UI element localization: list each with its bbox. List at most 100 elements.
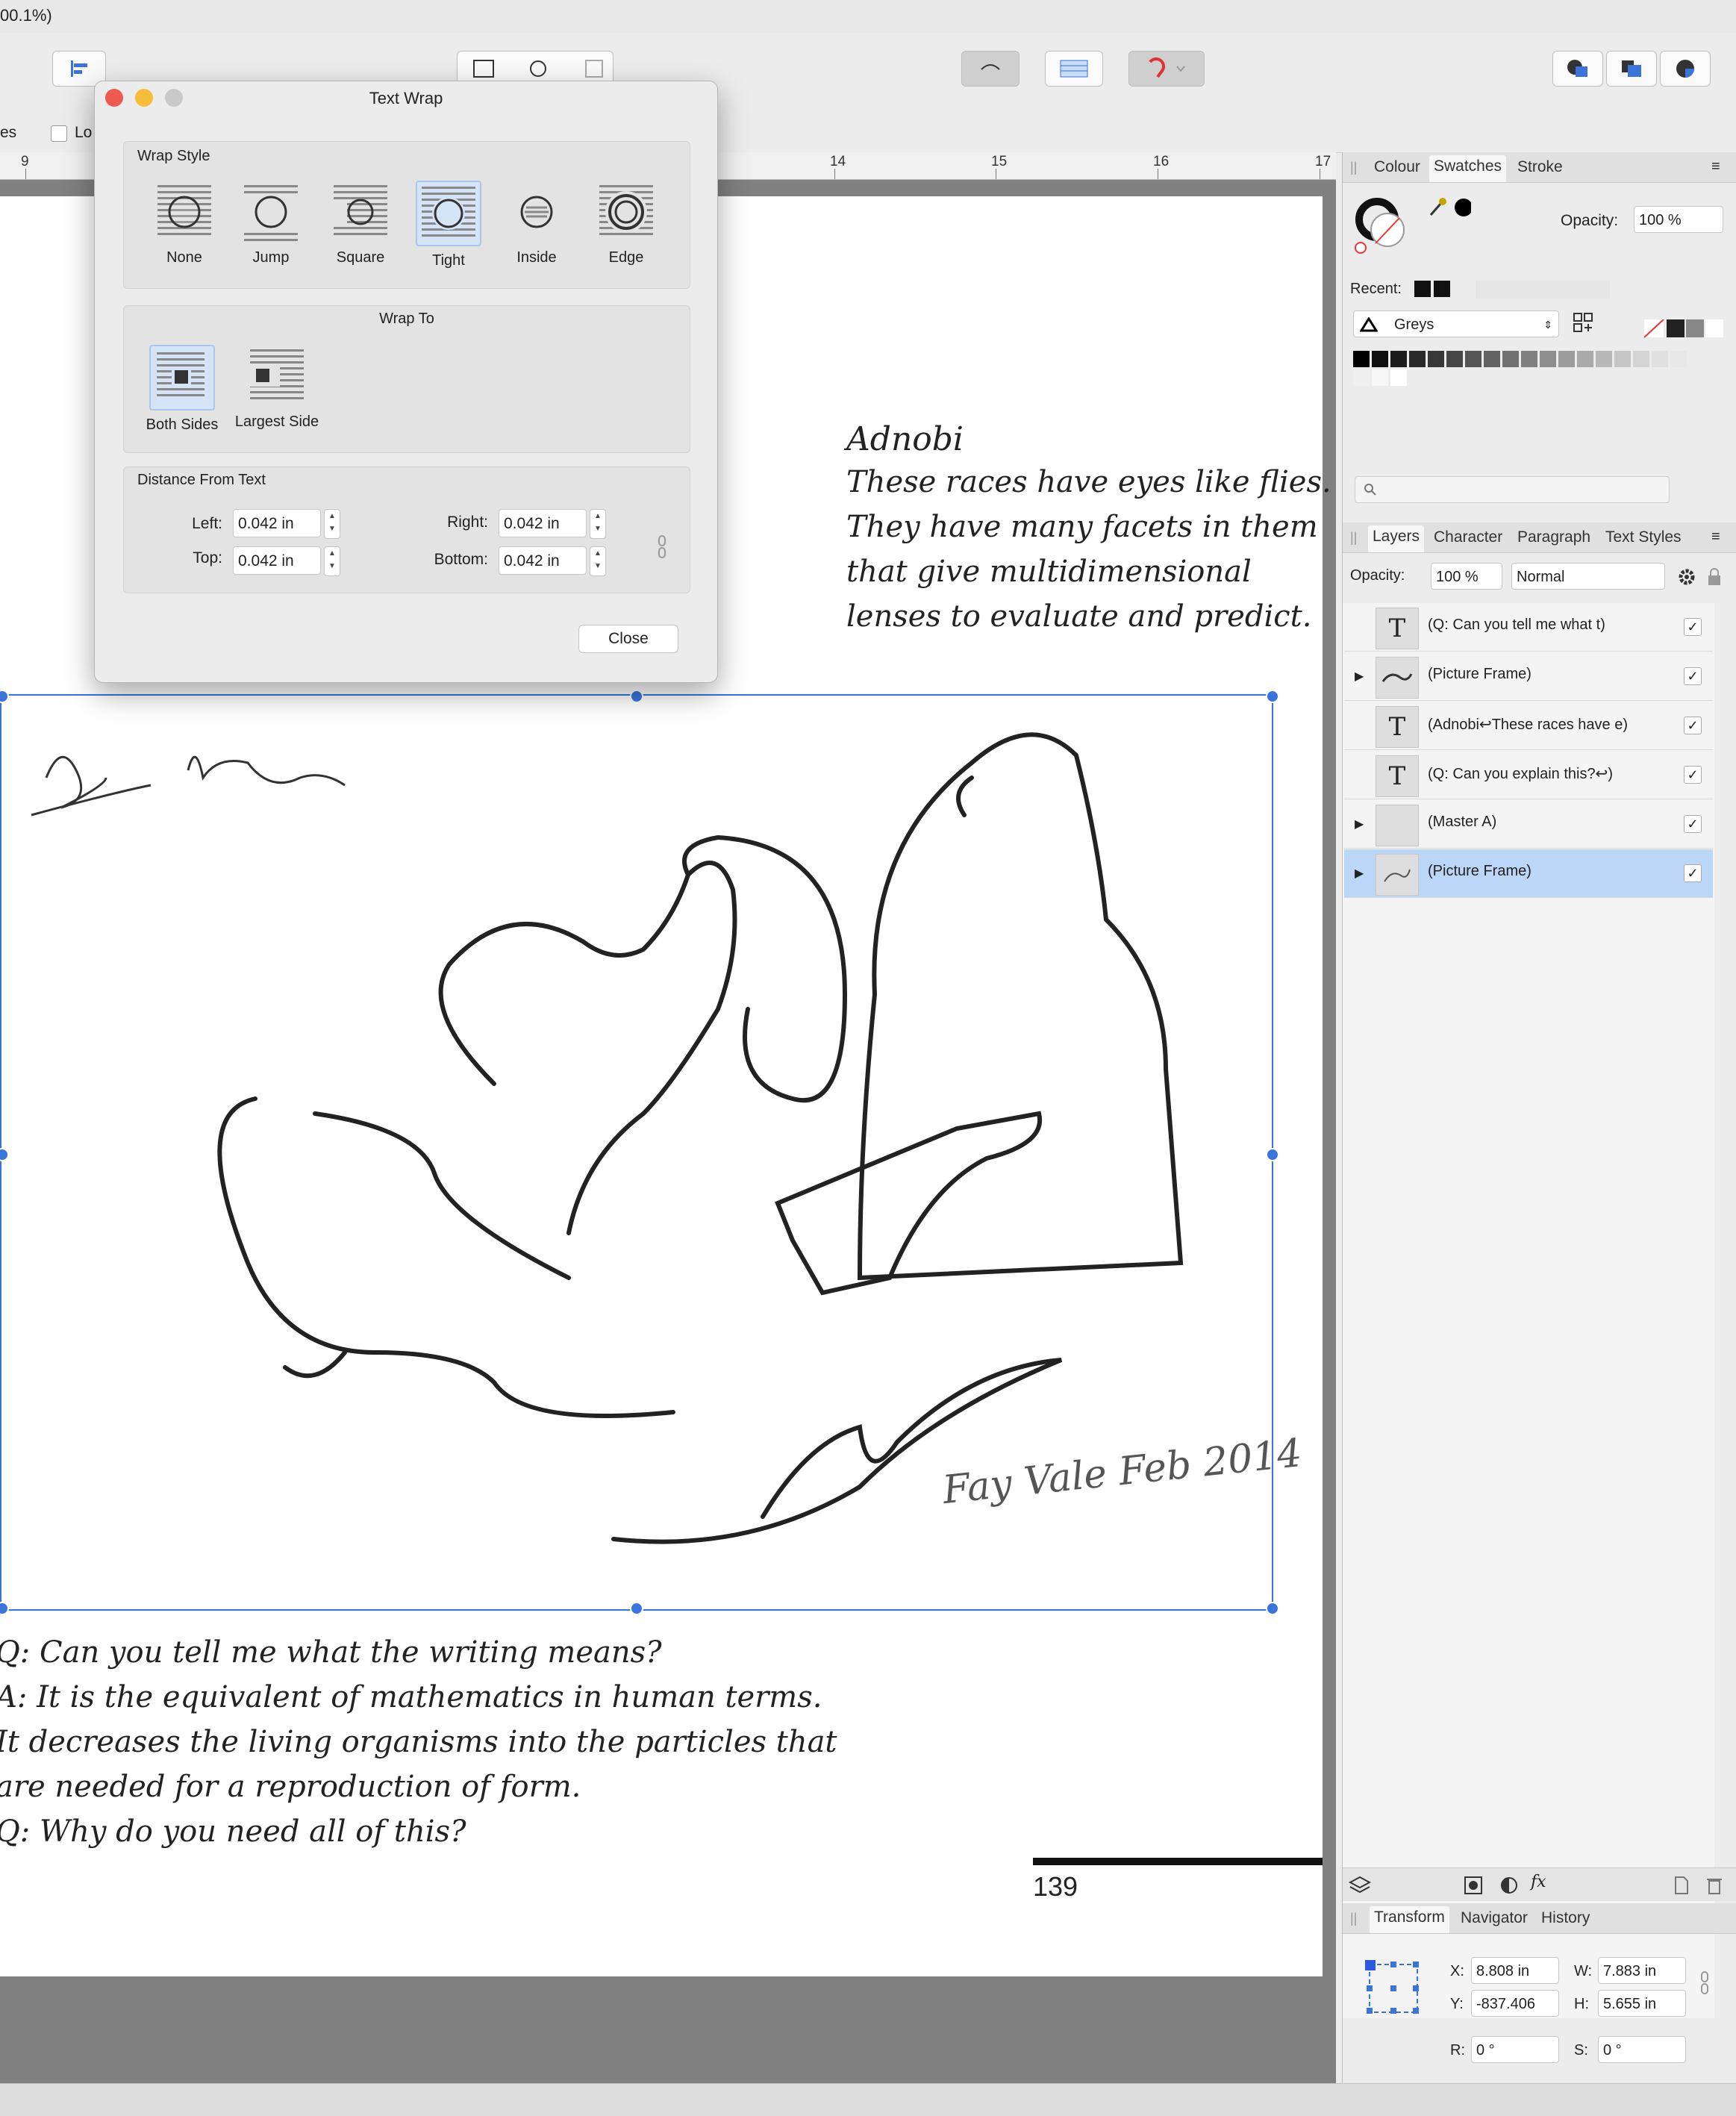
wrap-jump-icon	[244, 185, 298, 241]
tab-layers[interactable]: Layers	[1368, 525, 1425, 552]
layer-visibility-checkbox[interactable]: ✓	[1684, 717, 1702, 734]
boolean-subtract-button[interactable]	[1606, 51, 1657, 87]
panel-grip-icon[interactable]: ||	[1350, 160, 1357, 175]
tab-navigator[interactable]: Navigator	[1461, 1909, 1528, 1927]
ruler-label: 14	[830, 154, 846, 169]
layer-row[interactable]: ▶ (Master A) ✓	[1344, 800, 1713, 849]
layer-row-selected[interactable]: ▶ (Picture Frame) ✓	[1344, 849, 1713, 898]
right-distance-stepper[interactable]: ▲ ▼	[590, 509, 606, 539]
fx-icon[interactable]: fx	[1531, 1873, 1546, 1891]
swatch-search-input[interactable]	[1355, 476, 1670, 503]
layer-visibility-checkbox[interactable]: ✓	[1684, 864, 1702, 882]
wrap-style-tight[interactable]: Tight	[415, 181, 482, 269]
tab-colour[interactable]: Colour	[1374, 158, 1420, 176]
layers-stack-icon[interactable]	[1349, 1874, 1371, 1895]
selection-handle[interactable]	[0, 1602, 9, 1615]
grey-swatch-grid[interactable]	[1353, 349, 1711, 391]
shear-field[interactable]: 0 °	[1598, 2036, 1686, 2063]
x-field[interactable]: 8.808 in	[1471, 1957, 1559, 1984]
preview-mode-button[interactable]	[961, 51, 1020, 87]
boolean-add-button[interactable]	[1552, 51, 1603, 87]
left-distance-field[interactable]: 0.042 in	[233, 509, 321, 537]
layer-visibility-checkbox[interactable]: ✓	[1684, 618, 1702, 636]
wrap-style-edge[interactable]: Edge	[593, 181, 660, 266]
swatch-quick-colors[interactable]	[1644, 319, 1726, 339]
link-chain-icon[interactable]	[657, 534, 667, 560]
wrap-style-group: Wrap Style None Jump Square Tight Inside…	[123, 141, 690, 289]
tab-paragraph[interactable]: Paragraph	[1517, 528, 1590, 546]
expand-triangle-icon[interactable]: ▶	[1355, 866, 1364, 881]
picture-frame[interactable]: Fay Vale Feb 2014	[0, 690, 1304, 1615]
w-field[interactable]: 7.883 in	[1598, 1957, 1686, 1984]
layer-visibility-checkbox[interactable]: ✓	[1684, 815, 1702, 833]
gear-icon[interactable]	[1676, 566, 1698, 588]
selection-handle[interactable]	[630, 1602, 643, 1615]
color-picker-icon[interactable]	[1426, 196, 1471, 218]
wrap-style-label: Square	[336, 249, 385, 266]
mask-icon[interactable]	[1464, 1876, 1483, 1895]
close-button[interactable]: Close	[578, 625, 678, 653]
window-title: 00.1%)	[0, 6, 52, 25]
recent-swatch[interactable]	[1414, 281, 1431, 297]
tab-history[interactable]: History	[1541, 1909, 1590, 1927]
qa-line: are needed for a reproduction of form.	[0, 1770, 581, 1804]
tab-swatches[interactable]: Swatches	[1429, 155, 1507, 182]
right-distance-field[interactable]: 0.042 in	[499, 509, 587, 537]
tab-transform[interactable]: Transform	[1370, 1906, 1449, 1933]
adjustment-icon[interactable]	[1499, 1876, 1519, 1895]
layer-row[interactable]: T (Q: Can you tell me what t) ✓	[1344, 603, 1713, 652]
boolean-intersect-button[interactable]	[1660, 51, 1711, 87]
selection-handle[interactable]	[630, 690, 643, 703]
blend-mode-select[interactable]: Normal	[1511, 563, 1665, 590]
layer-visibility-checkbox[interactable]: ✓	[1684, 766, 1702, 784]
wrap-to-largest-side[interactable]: Largest Side	[228, 345, 325, 431]
layer-opacity-field[interactable]: 100 %	[1431, 563, 1502, 590]
selection-handle[interactable]	[1266, 1148, 1279, 1161]
lock-checkbox[interactable]	[51, 125, 67, 142]
wrap-style-square[interactable]: Square	[327, 181, 394, 266]
add-swatch-icon[interactable]	[1573, 312, 1598, 336]
bottom-distance-field[interactable]: 0.042 in	[499, 546, 587, 575]
bottom-distance-stepper[interactable]: ▲ ▼	[590, 546, 606, 576]
h-field[interactable]: 5.655 in	[1598, 1990, 1686, 2017]
link-proportions-icon[interactable]	[1699, 1970, 1710, 1996]
rotation-field[interactable]: 0 °	[1471, 2036, 1559, 2063]
anchor-point-selector[interactable]	[1364, 1959, 1423, 2018]
lock-icon[interactable]	[1705, 566, 1723, 588]
layer-visibility-checkbox[interactable]: ✓	[1684, 667, 1702, 685]
panel-menu-icon[interactable]: ≡	[1711, 528, 1720, 546]
baseline-grid-button[interactable]	[1045, 51, 1103, 87]
selection-handle[interactable]	[1266, 690, 1279, 703]
wrap-style-none[interactable]: None	[151, 181, 218, 266]
selection-handle[interactable]	[1266, 1602, 1279, 1615]
wrap-mode-icons[interactable]	[460, 56, 610, 81]
expand-triangle-icon[interactable]: ▶	[1355, 817, 1364, 831]
snapping-button[interactable]	[1128, 51, 1205, 87]
left-distance-stepper[interactable]: ▲ ▼	[324, 509, 340, 539]
tab-stroke[interactable]: Stroke	[1517, 158, 1563, 176]
trash-icon[interactable]	[1705, 1876, 1723, 1895]
layer-name: (Adnobi↩These races have e)	[1428, 717, 1629, 733]
layer-row[interactable]: T (Adnobi↩These races have e) ✓	[1344, 702, 1713, 750]
palette-selector[interactable]: Greys ⇕	[1353, 310, 1559, 337]
layer-row[interactable]: ▶ (Picture Frame) ✓	[1344, 652, 1713, 701]
panel-grip-icon[interactable]: ||	[1350, 1911, 1357, 1926]
tab-character[interactable]: Character	[1434, 528, 1502, 546]
top-distance-field[interactable]: 0.042 in	[233, 546, 321, 575]
ruler-label: 15	[991, 154, 1008, 169]
wrap-to-both-sides[interactable]: Both Sides	[137, 345, 227, 434]
y-field[interactable]: -837.406	[1471, 1990, 1559, 2017]
panel-menu-icon[interactable]: ≡	[1711, 158, 1720, 175]
fill-stroke-well-icon[interactable]	[1353, 196, 1413, 255]
wrap-style-jump[interactable]: Jump	[237, 181, 305, 266]
tab-text-styles[interactable]: Text Styles	[1605, 528, 1682, 546]
wrap-style-inside[interactable]: Inside	[503, 181, 570, 266]
top-distance-stepper[interactable]: ▲ ▼	[324, 546, 340, 576]
colour-opacity-field[interactable]: 100 %	[1634, 206, 1723, 233]
wrap-to-group: Wrap To Both Sides Largest Side	[123, 305, 690, 453]
expand-triangle-icon[interactable]: ▶	[1355, 669, 1364, 684]
layer-row[interactable]: T (Q: Can you explain this?↩) ✓	[1344, 751, 1713, 799]
recent-swatch[interactable]	[1434, 281, 1450, 297]
new-layer-icon[interactable]	[1673, 1876, 1690, 1895]
panel-grip-icon[interactable]: ||	[1350, 530, 1357, 546]
